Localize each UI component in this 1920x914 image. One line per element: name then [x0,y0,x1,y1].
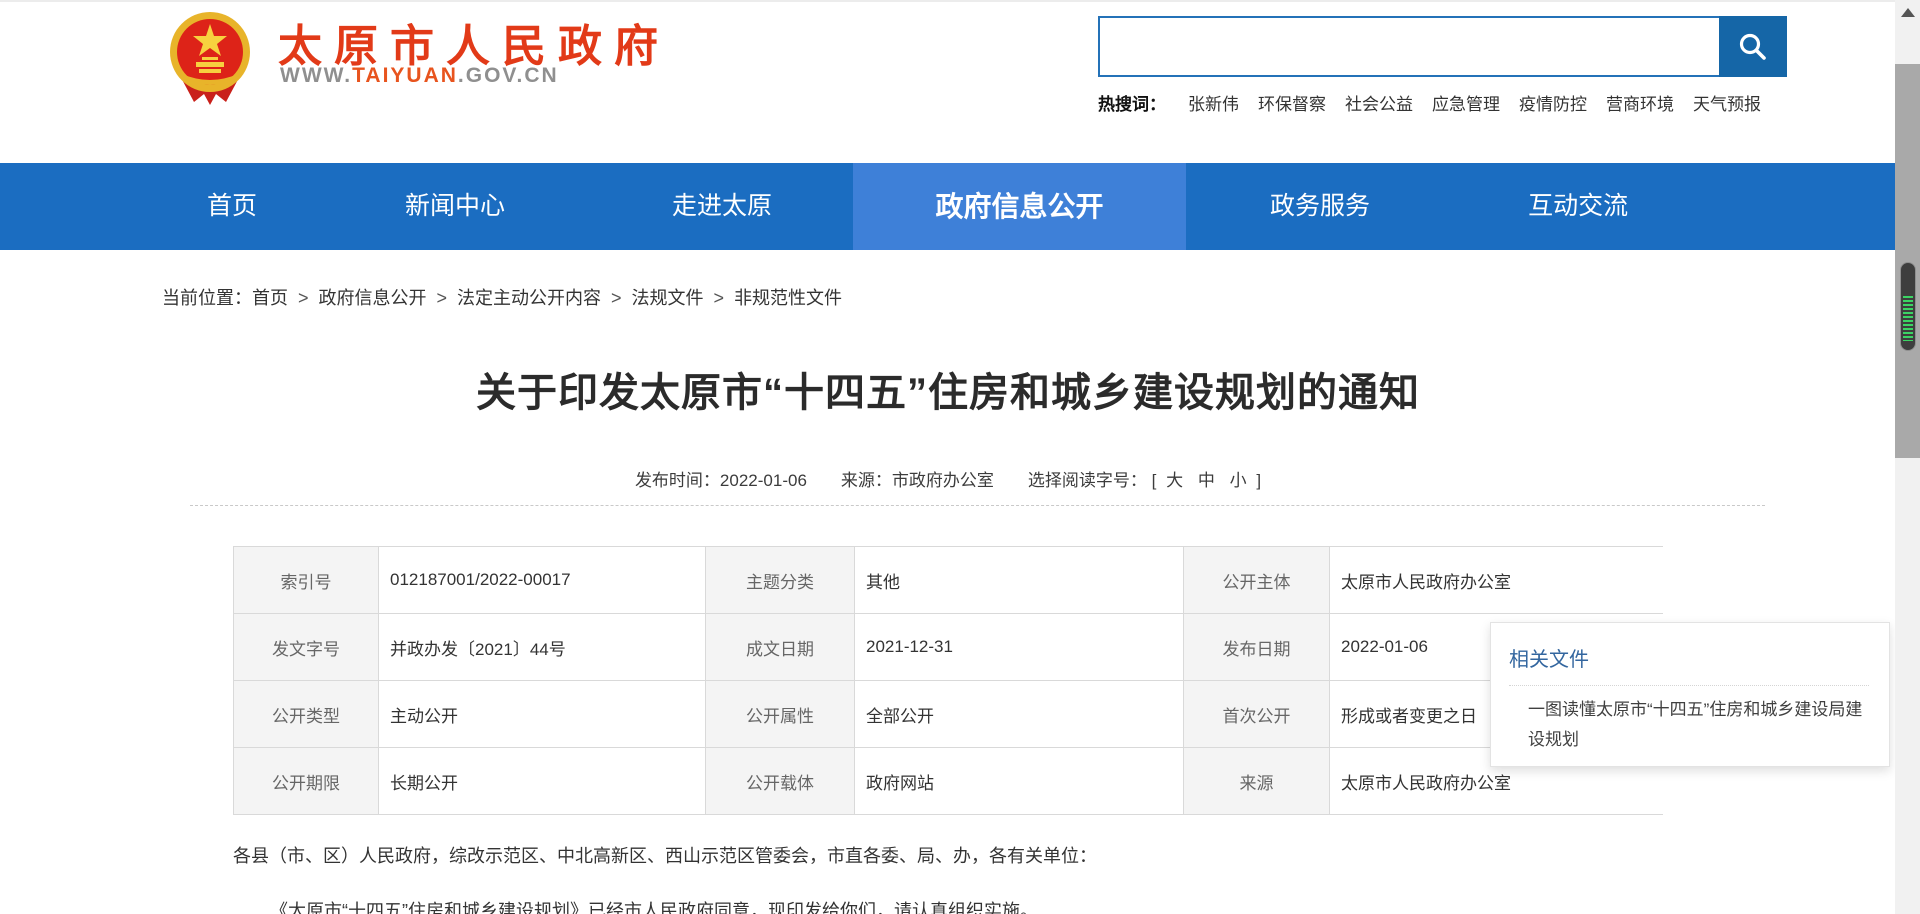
info-label: 索引号 [234,547,378,613]
breadcrumb-separator: > [437,288,448,308]
info-label: 公开载体 [706,748,854,814]
nav-item-interaction[interactable]: 互动交流 [1528,163,1628,250]
info-label: 公开属性 [706,681,854,747]
breadcrumb-separator: > [298,288,309,308]
breadcrumb-label: 当前位置： [162,288,252,308]
info-value: 政府网站 [855,748,1183,814]
dashed-divider [190,505,1765,506]
font-size-large[interactable]: 大 [1166,471,1183,490]
info-label: 发文字号 [234,614,378,680]
scrollbar-thumb-grip [1903,296,1913,341]
info-value: 全部公开 [855,681,1183,747]
national-emblem-icon [168,10,252,106]
info-value: 主动公开 [379,681,705,747]
info-value: 012187001/2022-00017 [379,547,705,613]
nav-item-news[interactable]: 新闻中心 [405,163,505,250]
font-size-small[interactable]: 小 [1230,471,1247,490]
publish-time: 发布时间：2022-01-06 [635,466,807,491]
body-paragraph-notice: 《太原市“十四五”住房和城乡建设规划》已经市人民政府同意，现印发给你们，请认真组… [233,898,1663,914]
hot-search-row: 热搜词： 张新伟 环保督察 社会公益 应急管理 疫情防控 营商环境 天气预报 [1098,90,1858,115]
breadcrumb-separator: > [714,288,725,308]
info-label: 主题分类 [706,547,854,613]
info-label: 公开期限 [234,748,378,814]
info-label: 公开类型 [234,681,378,747]
article-source: 来源：市政府办公室 [841,466,994,491]
info-label: 首次公开 [1184,681,1329,747]
info-label: 发布日期 [1184,614,1329,680]
hot-keyword[interactable]: 天气预报 [1693,90,1761,115]
article-title: 关于印发太原市“十四五”住房和城乡建设规划的通知 [233,360,1663,418]
hot-keyword[interactable]: 疫情防控 [1519,90,1587,115]
browser-viewport: 太原市人民政府 WWW.TAIYUAN.GOV.CN 热搜词： 张新伟 环保督察… [0,0,1920,914]
breadcrumb-home[interactable]: 首页 [252,288,288,308]
search-bar [1098,16,1787,77]
scrollbar-track[interactable] [1895,0,1920,914]
info-value: 并政办发〔2021〕44号 [379,614,705,680]
hot-keyword[interactable]: 应急管理 [1432,90,1500,115]
hot-keyword[interactable]: 张新伟 [1188,90,1239,115]
breadcrumb-non-normative-files[interactable]: 非规范性文件 [734,288,842,308]
font-size-label: 选择阅读字号： [1028,471,1147,490]
site-url-suffix: .GOV.CN [458,64,559,87]
hot-keyword[interactable]: 社会公益 [1345,90,1413,115]
breadcrumb-legal-disclosure[interactable]: 法定主动公开内容 [457,288,601,308]
related-documents-popup: 相关文件 一图读懂太原市“十四五”住房和城乡建设局建设规划 [1490,622,1890,767]
hot-search-label: 热搜词： [1098,90,1166,115]
article-meta: 发布时间：2022-01-06 来源：市政府办公室 选择阅读字号： [ 大 中 … [233,466,1663,491]
hot-keyword[interactable]: 环保督察 [1258,90,1326,115]
search-icon [1737,31,1769,63]
info-label: 公开主体 [1184,547,1329,613]
related-documents-title: 相关文件 [1509,643,1869,672]
info-label: 成文日期 [706,614,854,680]
bracket: ] [1256,471,1261,490]
breadcrumb-regulatory-files[interactable]: 法规文件 [632,288,704,308]
site-logo-link[interactable]: 太原市人民政府 WWW.TAIYUAN.GOV.CN [168,8,638,108]
scrollbar-up-arrow-icon[interactable] [1901,8,1915,17]
body-paragraph-recipients: 各县（市、区）人民政府，综改示范区、中北高新区、西山示范区管委会，市直各委、局、… [233,843,1663,870]
breadcrumb-gov-info[interactable]: 政府信息公开 [319,288,427,308]
info-value: 2021-12-31 [855,614,1183,680]
popup-dotted-divider [1509,685,1869,686]
info-value: 其他 [855,547,1183,613]
nav-item-home[interactable]: 首页 [207,163,257,250]
search-button[interactable] [1719,16,1787,77]
bracket: [ [1152,471,1157,490]
breadcrumb: 当前位置：首页 > 政府信息公开 > 法定主动公开内容 > 法规文件 > 非规范性文件 [162,284,842,310]
info-label: 来源 [1184,748,1329,814]
font-size-medium[interactable]: 中 [1198,471,1215,490]
info-value: 长期公开 [379,748,705,814]
document-info-table: 索引号 012187001/2022-00017 主题分类 其他 公开主体 太原… [233,546,1663,815]
scrollbar-inner-track[interactable] [1895,64,1920,458]
breadcrumb-separator: > [611,288,622,308]
top-divider [0,0,1895,2]
font-size-chooser: 选择阅读字号： [ 大 中 小 ] [1028,466,1261,491]
hot-keyword[interactable]: 营商环境 [1606,90,1674,115]
nav-item-gov-info-disclosure-active[interactable]: 政府信息公开 [853,163,1186,250]
scrollbar-thumb[interactable] [1900,262,1916,351]
main-nav: 首页 新闻中心 走进太原 政府信息公开 政务服务 互动交流 [0,163,1895,250]
site-url: WWW.TAIYUAN.GOV.CN [280,64,559,88]
search-input[interactable] [1098,16,1719,77]
site-url-prefix: WWW. [280,64,352,87]
nav-item-about-taiyuan[interactable]: 走进太原 [672,163,772,250]
nav-item-gov-services[interactable]: 政务服务 [1270,163,1370,250]
related-document-link[interactable]: 一图读懂太原市“十四五”住房和城乡建设局建设规划 [1509,695,1869,755]
info-value: 太原市人民政府办公室 [1330,547,1663,613]
site-url-highlight: TAIYUAN [352,64,458,87]
page: 太原市人民政府 WWW.TAIYUAN.GOV.CN 热搜词： 张新伟 环保督察… [0,0,1895,914]
